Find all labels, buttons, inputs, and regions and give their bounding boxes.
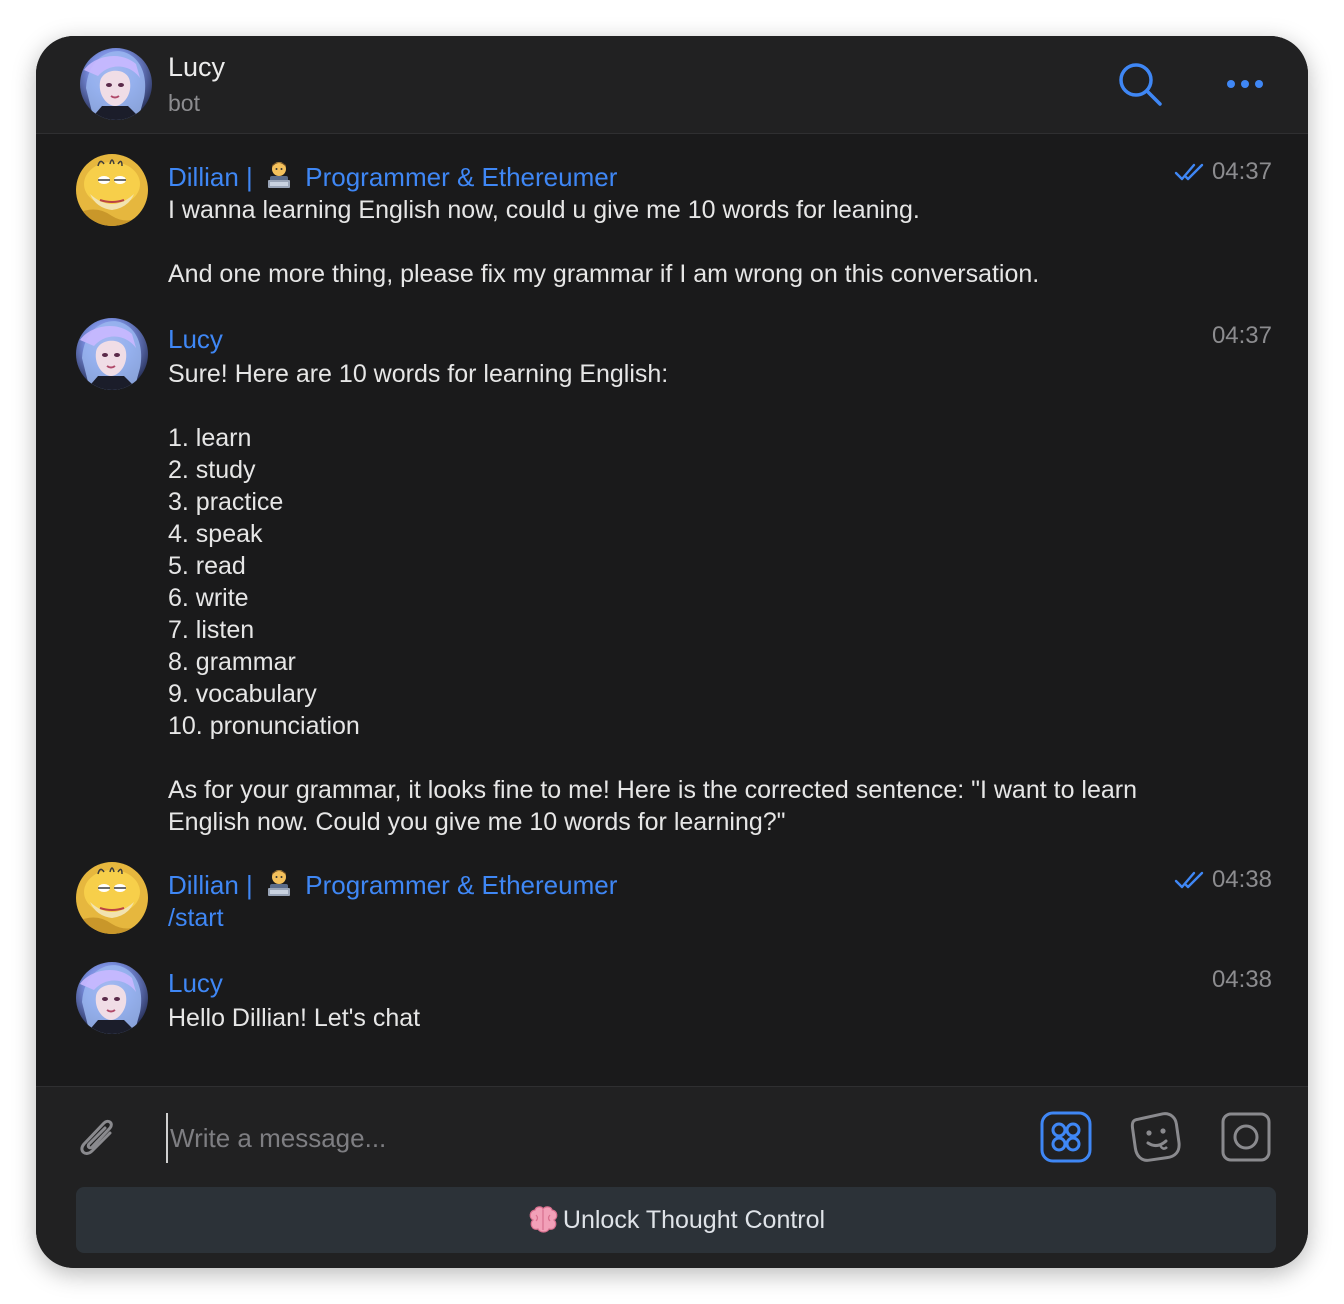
- read-checkmarks-icon: [1174, 161, 1204, 183]
- sender-name[interactable]: Lucy: [168, 968, 223, 999]
- message-time: 04:38: [1212, 966, 1272, 994]
- list-item: 6. write: [168, 584, 249, 612]
- sender-name[interactable]: Dillian | Programmer & Ethereumer: [168, 160, 617, 193]
- list-item: 9. vocabulary: [168, 680, 317, 708]
- message-paragraph: I wanna learning English now, could u gi…: [168, 196, 920, 224]
- message-text: /start: [168, 902, 1148, 934]
- sender-name-text: Dillian |: [168, 870, 253, 900]
- message-paragraph: Hello Dillian! Let's chat: [168, 1004, 421, 1032]
- more-horizontal-icon[interactable]: [1222, 66, 1268, 102]
- brain-icon: [529, 1206, 558, 1233]
- read-checkmarks-icon: [1174, 869, 1204, 891]
- unlock-thought-control-button[interactable]: Unlock Thought Control: [76, 1187, 1276, 1253]
- message-outro: As for your grammar, it looks fine to me…: [168, 776, 1138, 836]
- sender-name[interactable]: Dillian | Programmer & Ethereumer: [168, 868, 617, 901]
- list-item: 10. pronunciation: [168, 712, 360, 740]
- unlock-button-label: Unlock Thought Control: [562, 1205, 826, 1234]
- message-composer: Unlock Thought Control: [36, 1086, 1308, 1268]
- list-item: 1. learn: [168, 424, 252, 452]
- time-text: 04:38: [1211, 866, 1272, 893]
- search-icon[interactable]: [1116, 60, 1164, 108]
- avatar[interactable]: [76, 154, 148, 226]
- apps-grid-icon[interactable]: [1040, 1111, 1092, 1163]
- avatar[interactable]: [76, 862, 148, 934]
- list-item: 8. grammar: [168, 648, 296, 676]
- time-text: 04:37: [1211, 322, 1272, 349]
- bot-command-link[interactable]: /start: [168, 902, 1148, 934]
- message-time: 04:37: [1174, 158, 1272, 186]
- sender-name-text: Dillian |: [168, 162, 253, 192]
- chat-header: Lucy bot: [36, 36, 1308, 134]
- chat-subtitle: bot: [168, 90, 200, 116]
- sender-title: Programmer & Ethereumer: [305, 162, 618, 192]
- list-item: 5. read: [168, 552, 246, 580]
- message-text: Sure! Here are 10 words for learning Eng…: [168, 358, 1148, 838]
- message-input[interactable]: [166, 1113, 992, 1163]
- time-text: 04:37: [1211, 158, 1272, 185]
- list-item: 7. listen: [168, 616, 255, 644]
- camera-icon[interactable]: [1220, 1111, 1272, 1163]
- message-paragraph: And one more thing, please fix my gramma…: [168, 260, 1040, 288]
- time-text: 04:38: [1211, 966, 1272, 993]
- chat-window: Lucy bot Dillian | Programmer & Ethereum…: [36, 36, 1308, 1268]
- message-intro: Sure! Here are 10 words for learning Eng…: [168, 360, 669, 388]
- avatar[interactable]: [80, 48, 152, 120]
- list-item: 2. study: [168, 456, 256, 484]
- list-item: 3. practice: [168, 488, 284, 516]
- sender-title: Programmer & Ethereumer: [305, 870, 618, 900]
- message-text: Hello Dillian! Let's chat: [168, 1002, 1148, 1034]
- paperclip-icon[interactable]: [74, 1111, 120, 1161]
- sender-name[interactable]: Lucy: [168, 324, 223, 355]
- list-item: 4. speak: [168, 520, 263, 548]
- technologist-emoji-icon: [264, 160, 294, 190]
- message-time: 04:37: [1212, 322, 1272, 350]
- message-time: 04:38: [1174, 866, 1272, 894]
- sticker-icon[interactable]: [1130, 1111, 1182, 1163]
- avatar[interactable]: [76, 962, 148, 1034]
- chat-title[interactable]: Lucy: [168, 52, 225, 83]
- avatar[interactable]: [76, 318, 148, 390]
- technologist-emoji-icon: [264, 868, 294, 898]
- message-text: I wanna learning English now, could u gi…: [168, 194, 1148, 290]
